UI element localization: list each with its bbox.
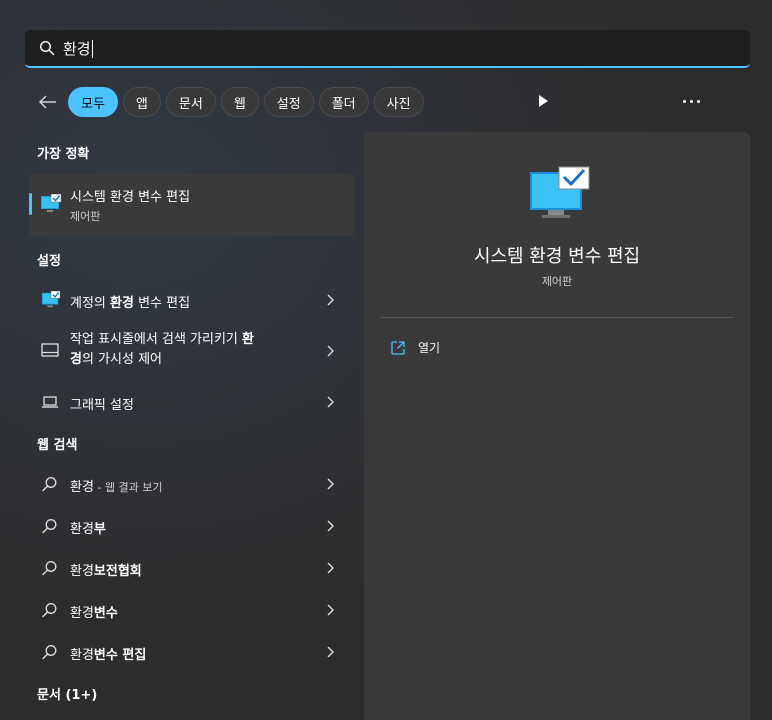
monitor-check-icon (41, 194, 62, 212)
back-button[interactable] (36, 90, 60, 114)
play-icon[interactable] (537, 94, 549, 108)
web-search-heading: 웹 검색 (37, 438, 78, 453)
chevron-right-icon (327, 520, 334, 532)
search-box[interactable]: 환경 (25, 30, 750, 68)
web-search-icon (42, 477, 57, 492)
best-match-item[interactable]: 시스템 환경 변수 편집 제어판 (29, 174, 354, 236)
web-search-icon (42, 603, 57, 618)
chevron-right-icon (327, 478, 334, 490)
web-item-label: 환경변수 편집 (70, 648, 147, 663)
monitor-check-icon (42, 291, 61, 308)
filter-documents[interactable]: 문서 (165, 87, 216, 117)
more-icon (682, 99, 686, 103)
chevron-right-icon (327, 646, 334, 658)
arrow-left-icon (39, 95, 56, 109)
filter-web[interactable]: 웹 (220, 87, 259, 117)
more-icon-dot (696, 99, 700, 103)
settings-item-label: 작업 표시줄에서 검색 가리키기 환 경의 가시성 제어 (70, 332, 254, 367)
chevron-right-icon (327, 345, 334, 357)
chevron-right-icon (327, 604, 334, 616)
filter-all[interactable]: 모두 (68, 87, 118, 117)
preview-title: 시스템 환경 변수 편집 (473, 246, 641, 267)
monitor-check-icon (530, 166, 590, 218)
chevron-right-icon (327, 396, 334, 408)
web-item-label: 환경변수 (70, 606, 118, 621)
settings-heading: 설정 (37, 254, 61, 269)
preview-panel: 시스템 환경 변수 편집 제어판 열기 (364, 132, 750, 720)
web-search-icon (42, 561, 57, 576)
filter-settings[interactable]: 설정 (263, 87, 314, 117)
settings-item-account-env[interactable]: 계정의 환경 변수 편집 (29, 280, 354, 320)
open-external-icon (391, 340, 405, 355)
search-window: 환경 모두 앱 문서 웹 설정 폴더 사진 가장 정확 시스템 환경 변수 편집… (0, 0, 772, 720)
settings-item-label: 그래픽 설정 (70, 398, 134, 413)
more-options-button[interactable] (680, 92, 702, 110)
web-item[interactable]: 환경보전협회 (29, 548, 354, 588)
taskbar-icon (41, 343, 59, 357)
best-match-heading: 가장 정확 (37, 147, 90, 162)
chevron-right-icon (327, 562, 334, 574)
best-match-subtitle: 제어판 (70, 210, 101, 223)
web-search-icon (42, 519, 57, 534)
web-item-label: 환경부 (70, 522, 106, 537)
text-caret (91, 40, 93, 58)
settings-item-taskbar-search[interactable]: 작업 표시줄에서 검색 가리키기 환 경의 가시성 제어 (29, 326, 354, 376)
best-match-title: 시스템 환경 변수 편집 (70, 190, 191, 205)
chevron-right-icon (327, 294, 334, 306)
documents-heading: 문서 (1+) (37, 688, 98, 703)
more-icon-dot (689, 99, 693, 103)
open-label: 열기 (418, 341, 441, 355)
web-item[interactable]: 환경변수 편집 (29, 632, 354, 672)
web-item[interactable]: 환경부 (29, 506, 354, 546)
search-input[interactable]: 환경 (63, 38, 93, 59)
open-action[interactable]: 열기 (390, 339, 440, 356)
preview-subtitle: 제어판 (541, 275, 573, 288)
filter-apps[interactable]: 앱 (122, 87, 161, 117)
settings-item-label: 계정의 환경 변수 편집 (70, 296, 191, 311)
web-item[interactable]: 환경 - 웹 결과 보기 (29, 464, 354, 504)
filter-bar: 모두 앱 문서 웹 설정 폴더 사진 (36, 86, 429, 118)
filter-photos[interactable]: 사진 (373, 87, 424, 117)
filter-folders[interactable]: 폴더 (318, 87, 369, 117)
web-search-icon (42, 645, 57, 660)
settings-item-graphics[interactable]: 그래픽 설정 (29, 382, 354, 422)
divider (380, 317, 734, 318)
search-icon (39, 40, 55, 56)
web-item[interactable]: 환경변수 (29, 590, 354, 630)
laptop-icon (42, 396, 58, 408)
selection-indicator (29, 193, 32, 215)
web-item-label: 환경보전협회 (70, 564, 142, 579)
web-item-label: 환경 - 웹 결과 보기 (70, 480, 163, 495)
